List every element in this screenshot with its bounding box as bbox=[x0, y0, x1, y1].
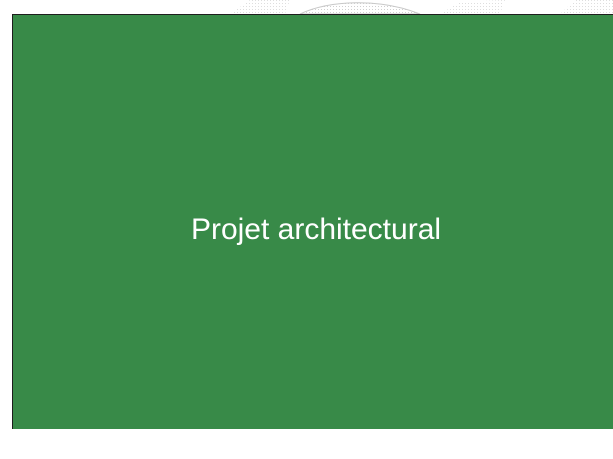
watermark-arc-shape bbox=[299, 2, 421, 15]
watermark-left-shape bbox=[230, 0, 290, 14]
slide-title: Projet architectural bbox=[190, 213, 442, 246]
watermark-corner-shape bbox=[560, 0, 613, 14]
watermark-right-shape bbox=[440, 0, 505, 14]
page: Projet architectural bbox=[0, 0, 613, 459]
slide: Projet architectural bbox=[12, 14, 613, 429]
